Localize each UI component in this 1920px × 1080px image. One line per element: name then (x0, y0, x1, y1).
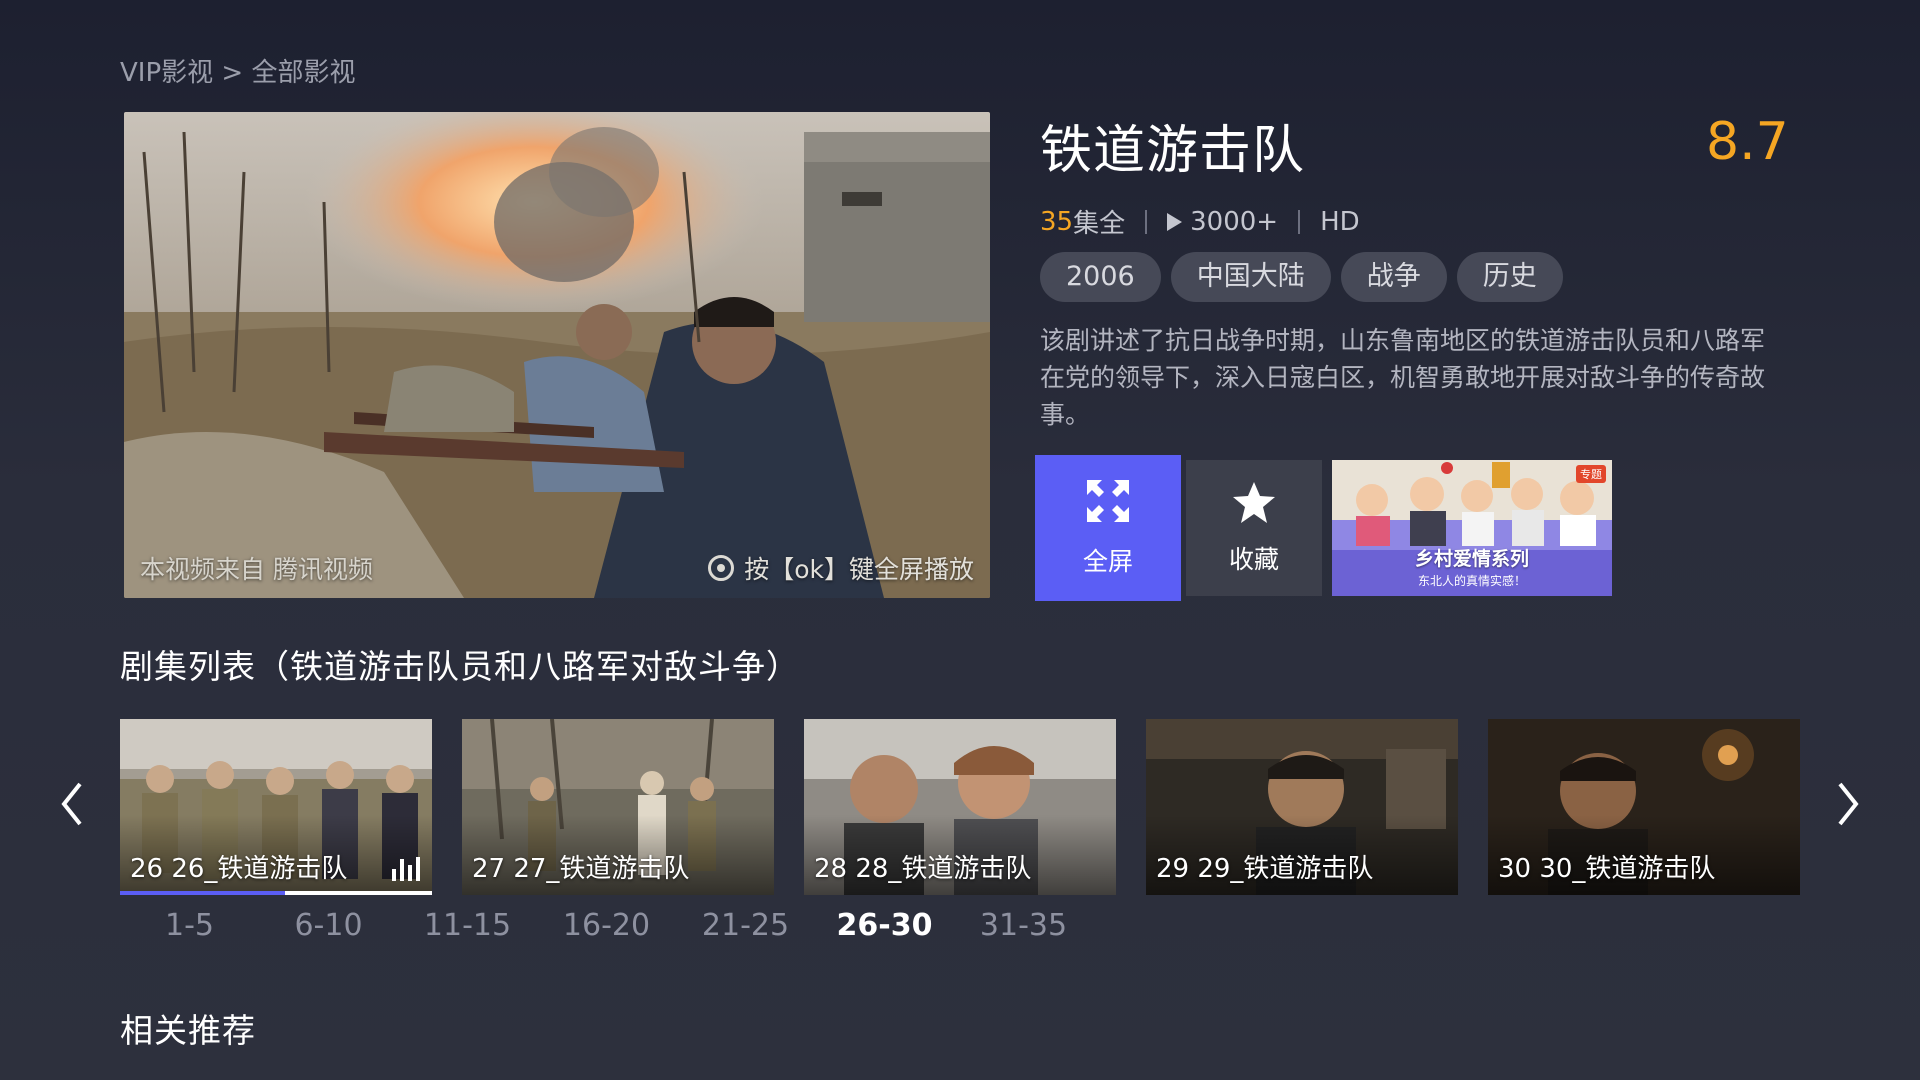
favorite-button[interactable]: 收藏 (1186, 460, 1322, 596)
playing-bars-icon (392, 857, 420, 881)
range-tab-16-20[interactable]: 16-20 (537, 908, 676, 943)
fullscreen-icon (1087, 480, 1129, 522)
tag-genre-war: 战争 (1340, 252, 1447, 302)
breadcrumb: VIP影视 > 全部影视 (120, 58, 356, 88)
range-tab-6-10[interactable]: 6-10 (259, 908, 398, 943)
show-description: 该剧讲述了抗日战争时期，山东鲁南地区的铁道游击队员和八路军在党的领导下，深入日寇… (1040, 326, 1766, 429)
episode-section-title: 剧集列表（铁道游击队员和八路军对敌斗争） (120, 647, 800, 686)
video-player[interactable]: 本视频来自 腾讯视频 按【ok】键全屏播放 (124, 112, 990, 598)
meta-divider (1298, 209, 1301, 234)
remote-ok-icon (708, 555, 735, 581)
range-tab-31-35[interactable]: 31-35 (954, 908, 1093, 943)
episode-count-suffix: 集全 (1073, 209, 1126, 239)
video-frame-image (124, 112, 990, 598)
promo-subtitle: 东北人的真情实感！ (1417, 574, 1526, 588)
fullscreen-hint-text: 按【ok】键全屏播放 (744, 555, 974, 584)
range-tab-11-15[interactable]: 11-15 (398, 908, 537, 943)
range-tab-1-5[interactable]: 1-5 (120, 908, 259, 943)
chevron-left-icon[interactable] (52, 780, 92, 828)
show-title: 铁道游击队 (1040, 121, 1306, 181)
related-section-title: 相关推荐 (120, 1011, 256, 1050)
fullscreen-button[interactable]: 全屏 (1035, 455, 1181, 601)
tag-genre-history: 历史 (1456, 252, 1563, 302)
episode-card-28[interactable]: 28 28_铁道游击队 (804, 719, 1116, 895)
episode-range-tabs: 1-5 6-10 11-15 16-20 21-25 26-30 31-35 (120, 908, 1093, 943)
tag-list: 2006 中国大陆 战争 历史 (1040, 252, 1563, 302)
meta-divider (1145, 209, 1148, 234)
promo-badge: 专题 (1576, 465, 1606, 483)
chevron-right-icon[interactable] (1828, 780, 1868, 828)
play-count: 3000+ (1190, 206, 1279, 237)
meta-row: 35 集全 3000+ HD (1040, 203, 1360, 240)
play-icon (1167, 212, 1183, 231)
episode-count: 35 (1040, 206, 1074, 237)
episode-card-26[interactable]: 26 26_铁道游击队 (120, 719, 432, 895)
promo-title: 乡村爱情系列 (1414, 548, 1529, 570)
fullscreen-button-label: 全屏 (1082, 547, 1133, 576)
tag-year: 2006 (1040, 252, 1161, 302)
promo-banner[interactable]: 专题 乡村爱情系列 东北人的真情实感！ (1332, 460, 1612, 596)
episode-progress-fill (120, 891, 286, 895)
favorite-button-label: 收藏 (1228, 545, 1279, 574)
fullscreen-hint: 按【ok】键全屏播放 (708, 550, 974, 586)
video-source-label: 本视频来自 腾讯视频 (140, 555, 373, 584)
episode-label: 29 29_铁道游击队 (1156, 854, 1374, 884)
range-tab-26-30[interactable]: 26-30 (815, 908, 954, 943)
quality-label: HD (1320, 206, 1360, 237)
episode-label: 28 28_铁道游击队 (814, 854, 1032, 884)
episode-label: 30 30_铁道游击队 (1498, 854, 1716, 884)
tag-region: 中国大陆 (1170, 252, 1331, 302)
episode-card-29[interactable]: 29 29_铁道游击队 (1146, 719, 1458, 895)
episode-card-27[interactable]: 27 27_铁道游击队 (462, 719, 774, 895)
episode-card-30[interactable]: 30 30_铁道游击队 (1488, 719, 1800, 895)
episode-label: 27 27_铁道游击队 (472, 854, 690, 884)
star-icon (1233, 482, 1275, 523)
rating-score: 8.7 (1706, 112, 1789, 172)
episode-label: 26 26_铁道游击队 (130, 854, 348, 884)
range-tab-21-25[interactable]: 21-25 (676, 908, 815, 943)
